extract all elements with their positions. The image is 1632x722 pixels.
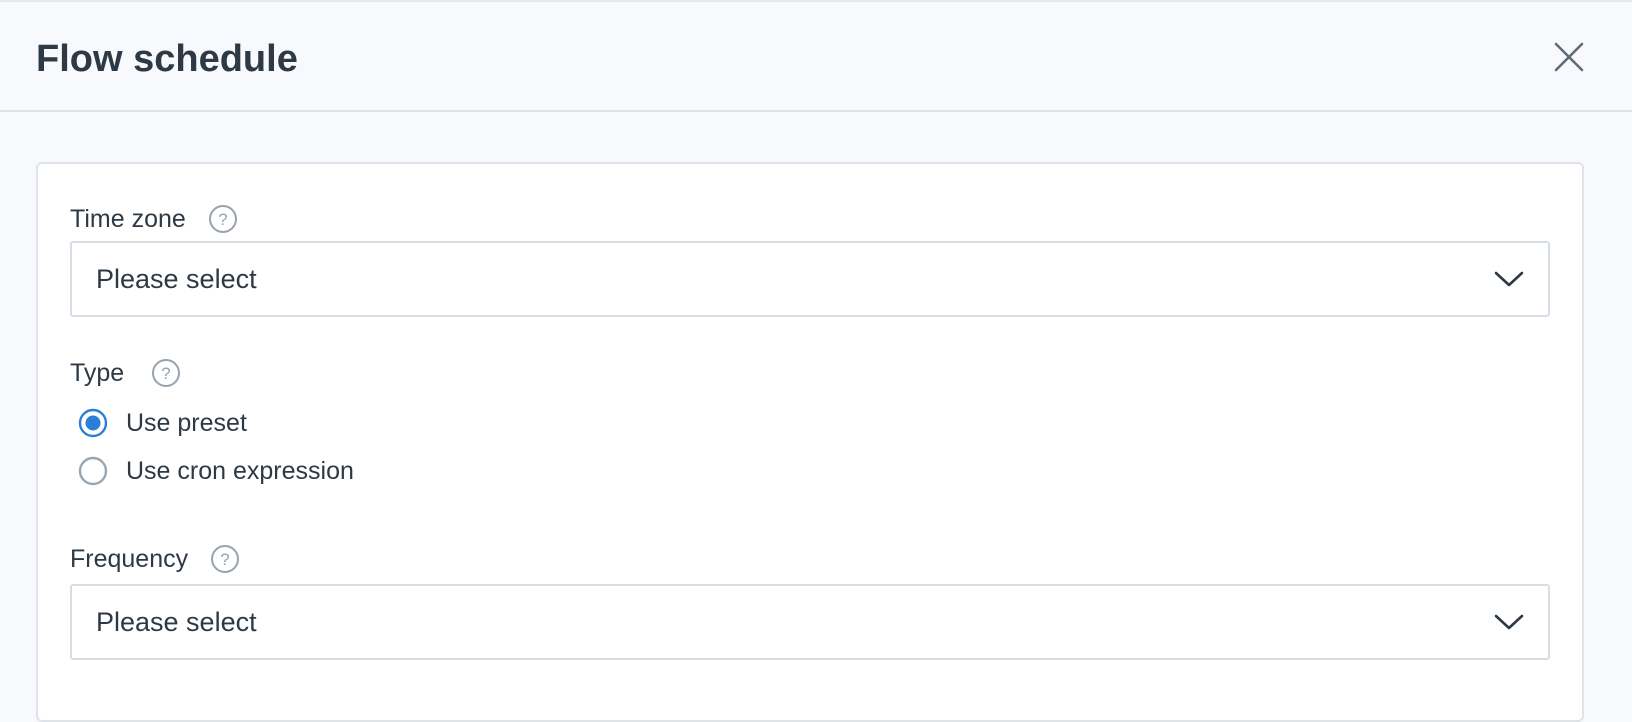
frequency-select[interactable]: Please select (70, 584, 1550, 660)
frequency-label: Frequency (70, 545, 189, 573)
radio-selected-icon[interactable] (78, 408, 108, 438)
type-label: Type (70, 359, 125, 387)
close-icon (1554, 42, 1584, 72)
dialog-header: Flow schedule (0, 2, 1632, 112)
time-zone-select[interactable]: Please select (70, 241, 1550, 317)
close-button[interactable] (1548, 36, 1590, 78)
radio-use-preset-label: Use preset (126, 409, 247, 437)
chevron-down-icon (1494, 612, 1524, 632)
time-zone-label: Time zone (70, 205, 186, 233)
type-help-icon[interactable]: ? (151, 358, 181, 388)
svg-text:?: ? (218, 210, 227, 229)
svg-text:?: ? (220, 550, 229, 569)
help-circle-icon: ? (211, 545, 239, 573)
time-zone-select-value: Please select (96, 264, 257, 294)
help-circle-icon: ? (152, 359, 180, 387)
radio-use-cron-expression-label: Use cron expression (126, 457, 354, 485)
svg-text:?: ? (161, 364, 170, 383)
dialog-title: Flow schedule (36, 38, 298, 80)
frequency-help-icon[interactable]: ? (210, 544, 240, 574)
help-circle-icon: ? (209, 205, 237, 233)
chevron-down-icon (1494, 269, 1524, 289)
radio-unselected-icon[interactable] (78, 456, 108, 486)
frequency-select-value: Please select (96, 607, 257, 637)
time-zone-help-icon[interactable]: ? (208, 204, 238, 234)
